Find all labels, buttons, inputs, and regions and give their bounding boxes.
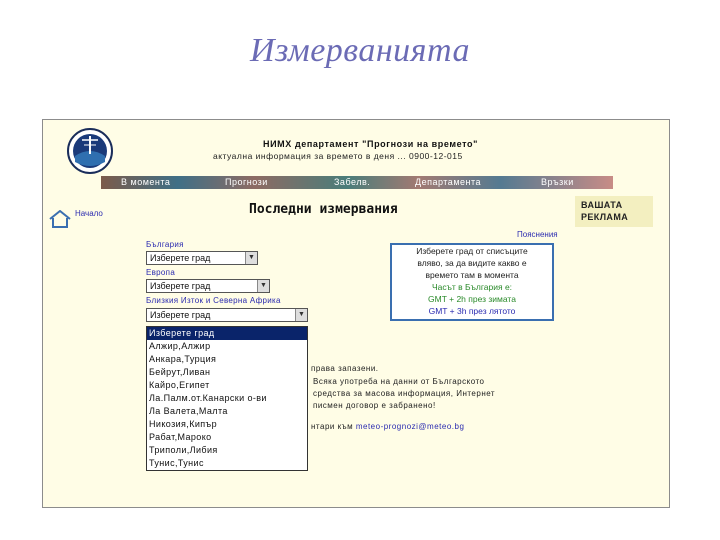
middle-east-city-select[interactable]: Изберете град ▼ [146,308,308,322]
dropdown-option[interactable]: Ла Валета,Малта [147,405,307,418]
slide-title: Измерванията [250,32,470,69]
bulgaria-label: България [146,240,184,249]
page-heading: Последни измервания [249,202,398,217]
chevron-down-icon: ▼ [257,280,269,292]
header-org: НИМХ департамент "Прогнози на времето" [263,139,478,149]
dropdown-option[interactable]: Анкара,Турция [147,353,307,366]
nav-links[interactable]: Връзки [541,176,574,189]
ad-banner[interactable]: ВАШАТА РЕКЛАМА [575,196,653,227]
middle-east-select-value: Изберете град [150,310,211,320]
footer-line-3: средства за масова информация, Интернет [313,389,496,398]
dropdown-option[interactable]: Ла.Палм.от.Канарски о-ви [147,392,307,405]
ad-line-1: ВАШАТА [581,200,623,210]
dropdown-option[interactable]: Рабат,Мароко [147,431,307,444]
dropdown-option[interactable]: Изберете град [147,327,307,340]
dropdown-option[interactable]: Бейрут,Ливан [147,366,307,379]
header-subtitle: актуална информация за времето в деня ..… [213,151,463,161]
email-link[interactable]: meteo-prognozi@meteo.bg [356,422,465,431]
info-line-6: GMT + 3h през лятото [428,306,516,316]
info-box: Изберете град от списъците вляво, за да … [390,243,554,321]
footer-contact-prefix: нтари към [311,422,354,431]
info-line-5: GMT + 2h през зимата [428,294,516,304]
middle-east-label: Близкия Изток и Северна Африка [146,296,281,305]
europe-city-select[interactable]: Изберете град ▼ [146,279,270,293]
dropdown-option[interactable]: Тунис,Тунис [147,457,307,470]
ad-line-2: РЕКЛАМА [581,212,629,222]
nav-notes[interactable]: Забелв. [334,176,370,189]
chevron-down-icon: ▼ [295,309,307,321]
footer-line-2: Всяка употреба на данни от Българското [313,377,485,386]
dropdown-option[interactable]: Алжир,Алжир [147,340,307,353]
europe-select-value: Изберете град [150,281,211,291]
nav-now[interactable]: В момента [121,176,170,189]
bulgaria-select-value: Изберете град [150,253,211,263]
home-link[interactable]: Начало [75,209,103,218]
city-dropdown-list[interactable]: Изберете град Алжир,Алжир Анкара,Турция … [146,326,308,471]
help-link[interactable]: Пояснения [517,230,558,239]
nav-forecasts[interactable]: Прогнози [225,176,268,189]
bulgaria-city-select[interactable]: Изберете град ▼ [146,251,258,265]
info-line-1: Изберете град от списъците [416,246,528,256]
info-line-3: времето там в момента [425,270,519,280]
home-icon[interactable] [49,210,71,228]
nav-department[interactable]: Департамента [415,176,481,189]
info-line-2: вляво, за да видите какво е [417,258,527,268]
footer-line-4: писмен договор е забранено! [313,401,436,410]
dropdown-option[interactable]: Никозия,Кипър [147,418,307,431]
webpage-screenshot: НИМХ департамент "Прогнози на времето" а… [42,119,670,508]
footer-line-1: права запазени. [311,364,379,373]
info-line-4: Часът в България е: [431,282,513,292]
dropdown-option[interactable]: Триполи,Либия [147,444,307,457]
europe-label: Европа [146,268,176,277]
nav-bar: В момента Прогнози Забелв. Департамента … [101,176,613,189]
chevron-down-icon: ▼ [245,252,257,264]
footer-contact: нтари към meteo-prognozi@meteo.bg [311,422,464,431]
dropdown-option[interactable]: Кайро,Египет [147,379,307,392]
nimh-logo-icon [67,128,113,174]
